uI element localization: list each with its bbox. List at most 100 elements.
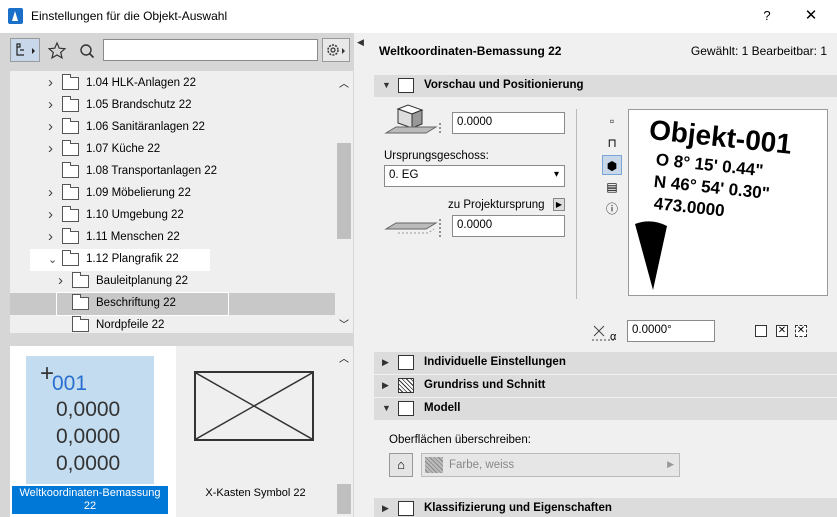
ursprung-label: Ursprungsgeschoss: (384, 150, 489, 162)
expanded-arrow-icon: ▼ (382, 403, 391, 413)
surface-select[interactable]: Farbe, weiss ▶ (421, 453, 680, 477)
override-brush-icon[interactable]: ⌂ (389, 453, 413, 477)
preview-caption-2: X-Kasten Symbol 22 (205, 487, 306, 499)
projekt-menu-arrow-icon[interactable]: ▶ (553, 198, 565, 211)
angle-input[interactable]: 0.0000° (627, 320, 715, 342)
collapsed-arrow-icon: ▶ (382, 357, 389, 367)
floorplan-icon (398, 378, 414, 393)
preview-item-weltkoordinaten[interactable]: + 001 0,0000 0,0000 0,0000 Weltkoordinat… (10, 346, 176, 517)
preview-scroll-thumb[interactable] (337, 484, 351, 514)
folder-icon (62, 228, 79, 244)
object-preview-canvas: Objekt-001 O 8° 15' 0.44" N 46° 54' 0.30… (628, 109, 828, 296)
folder-icon (62, 118, 79, 134)
3d-view-icon[interactable]: ⬢ (602, 155, 622, 175)
chevron-right-icon[interactable]: › (58, 272, 68, 289)
chevron-right-icon: ▶ (667, 459, 674, 469)
chevron-right-icon[interactable]: › (48, 228, 58, 245)
folder-icon (72, 272, 89, 288)
info-icon[interactable]: ⓘ (602, 199, 622, 219)
thumb-line-1: 001 (52, 372, 88, 395)
settings-panel: Weltkoordinaten-Bemassung 22 Gewählt: 1 … (366, 33, 837, 517)
folder-icon (62, 250, 79, 266)
section-individuelle[interactable]: ▶ Individuelle Einstellungen (374, 352, 837, 374)
tree-item[interactable]: › 1.04 HLK-Anlagen 22 (10, 73, 335, 95)
section-title: Grundriss und Schnitt (424, 379, 546, 391)
gear-icon (327, 44, 345, 56)
folder-icon (62, 74, 79, 90)
tree-item[interactable]: Nordpfeile 22 (10, 315, 335, 333)
object-title: Weltkoordinaten-Bemassung 22 (379, 44, 562, 58)
divider (576, 109, 577, 299)
tree-item[interactable]: › 1.10 Umgebung 22 (10, 205, 335, 227)
preview-caption: Weltkoordinaten-Bemassung 22 (12, 486, 168, 514)
tree-scroll-thumb[interactable] (337, 143, 351, 239)
chevron-right-icon[interactable]: › (48, 140, 58, 157)
section-klassifizierung[interactable]: ▶ Klassifizierung und Eigenschaften (374, 498, 837, 517)
section-view-icon[interactable]: ⊓ (602, 133, 622, 153)
tree-item[interactable]: ⌄ 1.12 Plangrafik 22 (30, 249, 210, 271)
folder-icon (62, 96, 79, 112)
scroll-up-icon[interactable]: ︿ (339, 75, 349, 90)
preview-thumbnail: + 001 0,0000 0,0000 0,0000 (26, 356, 154, 484)
preview-scrollbar[interactable]: ︿ (335, 346, 353, 517)
settings-menu-button[interactable] (322, 38, 350, 62)
preview-item-x-kasten[interactable] (194, 371, 314, 441)
section-modell[interactable]: ▼ Modell (374, 398, 837, 420)
folder-tree-icon (16, 43, 35, 56)
app-icon (8, 8, 23, 24)
thumb-line-2: 0,0000 (56, 398, 121, 421)
folder-view-button[interactable] (10, 38, 40, 62)
tree-item[interactable]: Beschriftung 22 (10, 293, 335, 315)
chevron-right-icon[interactable]: › (48, 74, 58, 91)
library-tree[interactable]: › 1.04 HLK-Anlagen 22 › 1.05 Brandschutz 22… (10, 71, 335, 333)
height-input[interactable]: 0.0000 (452, 112, 565, 134)
chevron-down-icon[interactable]: ⌄ (48, 253, 58, 266)
scroll-up-icon[interactable]: ︿ (339, 350, 349, 365)
tree-item-label: 1.08 Transportanlagen 22 (86, 165, 218, 177)
ursprung-select[interactable]: 0. EG ▾ (384, 165, 565, 187)
selection-status: Gewählt: 1 Bearbeitbar: 1 (690, 44, 827, 58)
folder-icon (62, 162, 79, 178)
north-marker-icon (635, 221, 667, 290)
custom-settings-icon (398, 355, 414, 370)
search-input[interactable] (103, 39, 318, 61)
scroll-down-icon[interactable]: ﹀ (339, 316, 349, 331)
left-panel: › 1.04 HLK-Anlagen 22 › 1.05 Brandschutz 22… (0, 33, 354, 517)
film-icon[interactable]: ▤ (602, 177, 622, 197)
chevron-right-icon[interactable]: › (48, 184, 58, 201)
folder-icon (72, 316, 89, 332)
chevron-right-icon[interactable]: › (48, 96, 58, 113)
mirror-x-icon[interactable]: ✕ (776, 325, 788, 337)
tree-item[interactable]: 1.08 Transportanlagen 22 (10, 161, 335, 183)
panel-splitter[interactable]: ◀ (354, 33, 366, 517)
mirror-none-icon[interactable] (755, 325, 767, 337)
mirror-y-icon[interactable]: ✕ (795, 325, 807, 337)
search-icon[interactable] (76, 40, 98, 62)
section-vorschau[interactable]: ▼ Vorschau und Positionierung (374, 75, 837, 97)
collapsed-arrow-icon: ▶ (382, 380, 389, 390)
tree-item[interactable]: › 1.11 Menschen 22 (10, 227, 335, 249)
tree-item[interactable]: › Bauleitplanung 22 (10, 271, 335, 293)
section-title: Vorschau und Positionierung (424, 79, 584, 91)
tree-item[interactable]: › 1.07 Küche 22 (10, 139, 335, 161)
folder-icon (62, 140, 79, 156)
section-grundriss[interactable]: ▶ Grundriss und Schnitt (374, 375, 837, 397)
favorites-star-icon[interactable] (46, 40, 68, 62)
tree-item[interactable]: › 1.09 Möbelierung 22 (10, 183, 335, 205)
tree-item-label: 1.11 Menschen 22 (86, 231, 180, 243)
x-box-icon (195, 372, 313, 440)
ursprung-value: 0. EG (389, 169, 419, 181)
projekt-label: zu Projektursprung (448, 199, 545, 211)
chevron-right-icon[interactable]: › (48, 206, 58, 223)
help-button[interactable]: ? (755, 5, 779, 27)
chevron-right-icon[interactable]: › (48, 118, 58, 135)
surface-value: Farbe, weiss (449, 459, 515, 471)
tree-item[interactable]: › 1.05 Brandschutz 22 (10, 95, 335, 117)
close-button[interactable]: ✕ (796, 5, 826, 27)
projekt-input[interactable]: 0.0000 (452, 215, 565, 237)
title-bar: Einstellungen für die Objekt-Auswahl ? ✕ (0, 0, 837, 33)
collapse-left-icon[interactable]: ◀ (357, 37, 364, 48)
plan-view-icon[interactable]: ▫ (602, 111, 622, 131)
tree-item[interactable]: › 1.06 Sanitäranlagen 22 (10, 117, 335, 139)
oberflaechen-label: Oberflächen überschreiben: (389, 434, 531, 446)
